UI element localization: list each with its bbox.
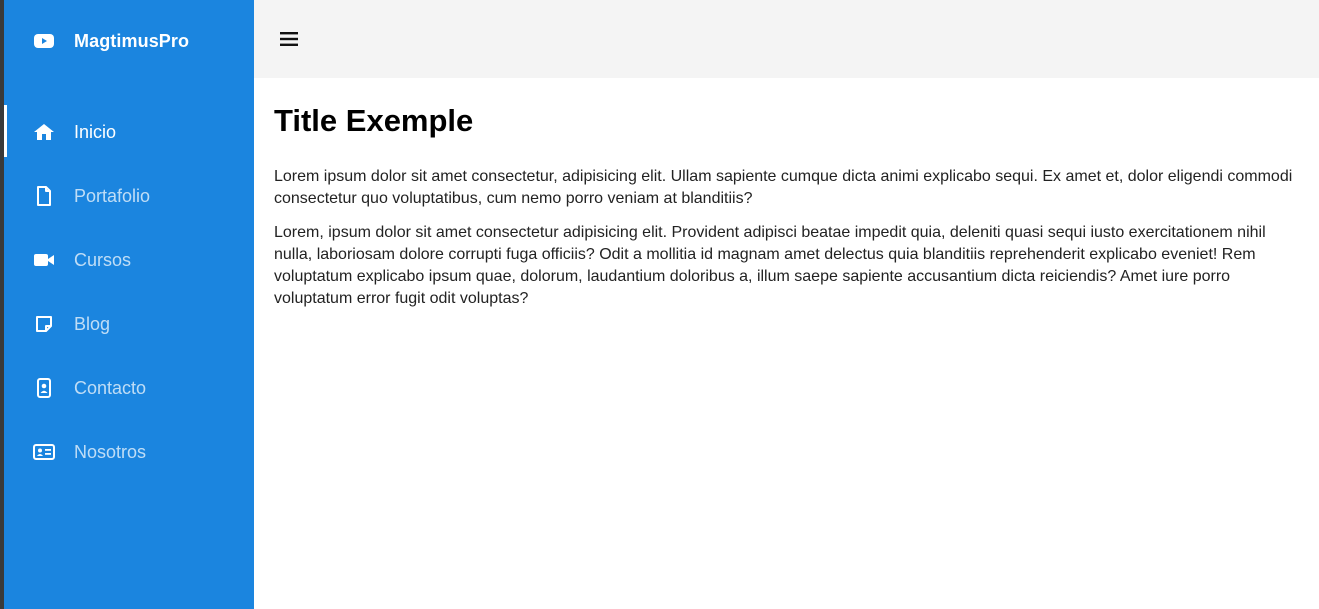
content-section: Title Exemple Lorem ipsum dolor sit amet… — [254, 78, 1319, 322]
contact-card-icon — [33, 377, 55, 399]
home-icon — [33, 121, 55, 143]
sidebar-item-blog[interactable]: Blog — [4, 292, 254, 356]
sidebar-nav: Inicio Portafolio Cursos Blog Contacto N… — [4, 100, 254, 484]
sidebar-item-label: Inicio — [74, 121, 117, 142]
sidebar-item-label: Cursos — [74, 249, 132, 270]
app-frame: MagtimusPro Inicio Portafolio Cursos Blo… — [4, 0, 1319, 609]
hamburger-menu-icon[interactable] — [278, 28, 300, 50]
sidebar-item-label: Nosotros — [74, 441, 147, 462]
note-icon — [33, 313, 55, 335]
main-area: Title Exemple Lorem ipsum dolor sit amet… — [254, 0, 1319, 609]
brand[interactable]: MagtimusPro — [4, 0, 254, 82]
topbar — [254, 0, 1319, 78]
file-icon — [33, 185, 55, 207]
sidebar-item-portafolio[interactable]: Portafolio — [4, 164, 254, 228]
sidebar-item-label: Blog — [74, 313, 111, 334]
sidebar-item-nosotros[interactable]: Nosotros — [4, 420, 254, 484]
brand-name: MagtimusPro — [74, 30, 190, 51]
sidebar-item-label: Contacto — [74, 377, 147, 398]
sidebar-item-label: Portafolio — [74, 185, 151, 206]
youtube-play-icon — [33, 30, 55, 52]
sidebar-item-contacto[interactable]: Contacto — [4, 356, 254, 420]
page-title: Title Exemple — [274, 103, 474, 138]
id-card-icon — [33, 441, 55, 463]
sidebar: MagtimusPro Inicio Portafolio Cursos Blo… — [4, 0, 254, 609]
paragraph: Lorem, ipsum dolor sit amet consectetur … — [274, 224, 1266, 307]
sidebar-item-cursos[interactable]: Cursos — [4, 228, 254, 292]
video-camera-icon — [33, 249, 55, 271]
paragraph: Lorem ipsum dolor sit amet consectetur, … — [274, 168, 1293, 207]
sidebar-item-inicio[interactable]: Inicio — [4, 100, 254, 164]
